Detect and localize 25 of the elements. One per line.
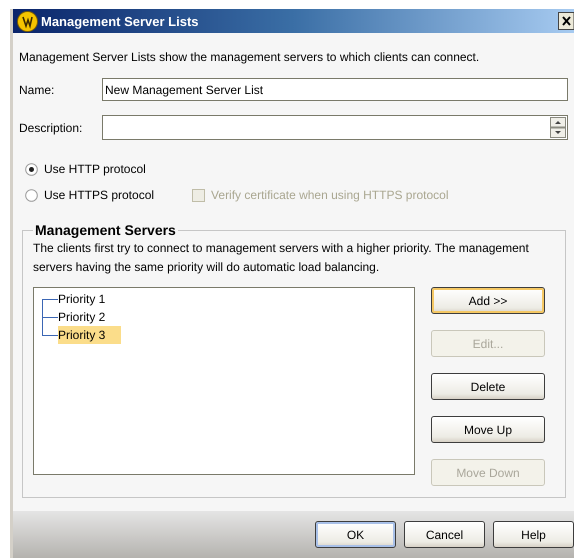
dialog-button[interactable]: Cancel — [404, 521, 485, 548]
side-button[interactable]: Move Up — [431, 416, 545, 443]
radio-label: Use HTTP protocol — [44, 162, 146, 176]
tree-item[interactable]: Priority 3 — [58, 326, 122, 344]
group-title: Management Servers — [34, 222, 177, 238]
tree-item[interactable]: Priority 2 — [58, 308, 122, 326]
group-description: The clients first try to connect to management servers with a higher priority. The management servers having the same priority will do automatic load balancing. — [33, 240, 530, 276]
side-button[interactable]: Delete — [431, 373, 545, 400]
window-title: Management Server Lists — [41, 14, 200, 28]
radio-button[interactable] — [25, 162, 38, 176]
side-button[interactable]: Add >> — [431, 287, 545, 314]
tree-view[interactable]: Priority 1 Priority 2 Priority 3 — [33, 287, 415, 475]
field-label: Name: — [19, 82, 56, 96]
spinner-icon[interactable] — [550, 117, 566, 138]
field-label: Description: — [19, 120, 84, 134]
close-icon[interactable] — [558, 12, 574, 30]
name-field[interactable]: New Management Server List — [102, 78, 568, 101]
checkbox-label: Verify certificate when using HTTPS protocol — [211, 188, 448, 202]
app-logo-icon — [17, 10, 38, 32]
tree-item[interactable]: Priority 1 — [58, 290, 122, 308]
radio-label: Use HTTPS protocol — [44, 188, 154, 202]
dialog-button[interactable]: OK — [315, 521, 396, 548]
dialog-button[interactable]: Help — [493, 521, 574, 548]
intro-text: Management Server Lists show the management servers to which clients can connect. — [19, 50, 480, 65]
radio-button[interactable] — [25, 188, 38, 202]
